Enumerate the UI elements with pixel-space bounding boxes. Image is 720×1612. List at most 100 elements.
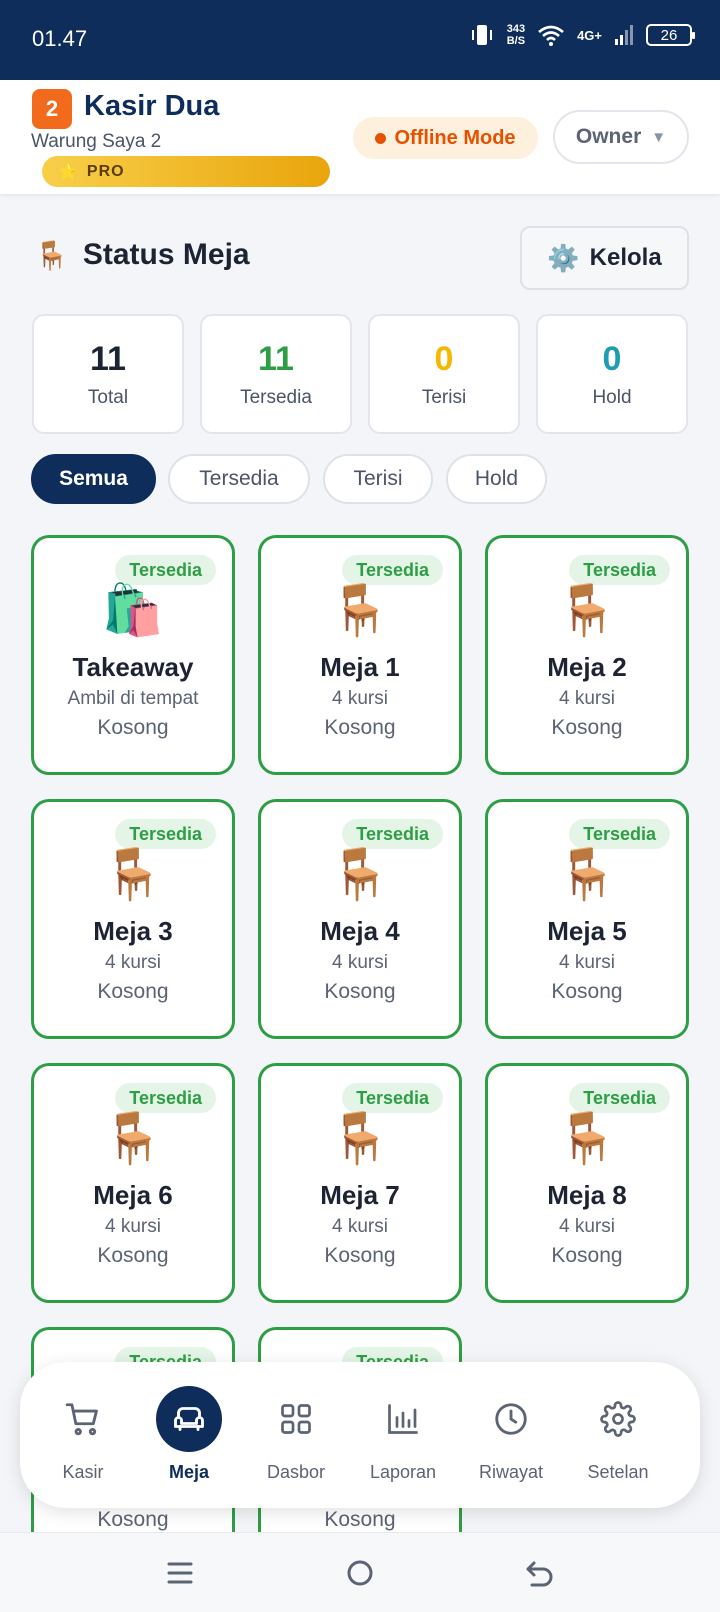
stat-total: 11 Total	[32, 314, 184, 434]
chip-label: Terisi	[353, 467, 403, 490]
bottom-navigation: Kasir Meja Dasbor Laporan Riwayat Setela…	[20, 1362, 700, 1508]
stat-occupied: 0 Terisi	[368, 314, 520, 434]
chip-label: Tersedia	[199, 467, 279, 490]
pro-badge-label: PRO	[86, 162, 125, 180]
table-name: Meja 3	[93, 916, 173, 946]
table-name: Meja 2	[547, 652, 627, 682]
stat-value: 0	[434, 340, 454, 378]
battery-level: 26	[660, 26, 678, 44]
filter-chip-available[interactable]: Tersedia	[168, 454, 310, 504]
chair-icon: 🪑	[555, 582, 619, 638]
table-status: Kosong	[97, 980, 169, 1003]
network-speed: 343 B/S	[507, 23, 525, 47]
table-card[interactable]: Tersedia 🪑 Meja 74 kursi Kosong	[258, 1063, 462, 1303]
recent-apps-button[interactable]	[150, 1533, 210, 1612]
manage-label: Kelola	[589, 244, 662, 271]
vibrate-icon	[471, 25, 492, 45]
table-card[interactable]: Tersedia 🪑 Meja 24 kursi Kosong	[485, 535, 689, 775]
cart-icon	[65, 1403, 98, 1436]
table-status: Kosong	[551, 716, 623, 739]
star-icon: ⭐	[58, 163, 79, 181]
table-card[interactable]: Tersedia 🪑 Meja 14 kursi Kosong	[258, 535, 462, 775]
section-heading: 🪑 Status Meja	[34, 238, 250, 272]
speed-value: 343	[506, 23, 526, 35]
signal-icon	[615, 25, 633, 45]
table-status: Kosong	[324, 1508, 396, 1531]
table-card[interactable]: Tersedia 🪑 Meja 34 kursi Kosong	[31, 799, 235, 1039]
table-card[interactable]: Tersedia 🪑 Meja 44 kursi Kosong	[258, 799, 462, 1039]
pro-badge: ⭐ PRO	[42, 156, 330, 187]
offline-mode-label: Offline Mode	[394, 126, 516, 149]
table-status: Kosong	[97, 1508, 169, 1531]
table-name: Meja 6	[93, 1180, 173, 1210]
stat-label: Total	[87, 387, 129, 408]
table-status: Kosong	[97, 1244, 169, 1267]
table-card[interactable]: Tersedia 🛍️ Takeaway Ambil di tempat Kosong	[31, 535, 235, 775]
table-status: Kosong	[324, 1244, 396, 1267]
table-seats: 4 kursi	[332, 1216, 388, 1237]
chip-label: Hold	[474, 467, 519, 490]
table-name: Meja 4	[320, 916, 400, 946]
table-status: Kosong	[551, 1244, 623, 1267]
dropdown-caret-icon: ▼	[651, 128, 667, 146]
nav-item-laporan[interactable]: Laporan	[348, 1362, 458, 1508]
table-name: Meja 8	[547, 1180, 627, 1210]
section-title: Status Meja	[82, 238, 250, 271]
back-arrow-icon	[526, 1561, 553, 1587]
chip-label: Semua	[59, 467, 128, 490]
nav-item-dasbor[interactable]: Dasbor	[241, 1362, 351, 1508]
role-label: Owner	[575, 125, 642, 148]
nav-item-kasir[interactable]: Kasir	[28, 1362, 138, 1508]
chair-icon: 🪑	[328, 1110, 392, 1166]
stat-label: Terisi	[421, 387, 467, 408]
nav-item-meja[interactable]: Meja	[134, 1362, 244, 1508]
nav-item-riwayat[interactable]: Riwayat	[456, 1362, 566, 1508]
wifi-icon	[538, 25, 564, 46]
stat-value: 0	[602, 340, 622, 378]
grid-icon	[281, 1404, 311, 1434]
sofa-icon	[174, 1407, 204, 1431]
table-seats: 4 kursi	[332, 688, 388, 709]
table-seats: Ambil di tempat	[67, 688, 199, 709]
nav-item-setelan[interactable]: Setelan	[563, 1362, 673, 1508]
home-button[interactable]	[330, 1533, 390, 1612]
table-card[interactable]: Tersedia 🪑 Meja 84 kursi Kosong	[485, 1063, 689, 1303]
chair-icon: 🪑	[34, 239, 69, 271]
app-logo-icon: 2	[32, 89, 72, 129]
gear-icon: ⚙️	[547, 242, 580, 273]
table-seats: 4 kursi	[105, 952, 161, 973]
filter-chip-hold[interactable]: Hold	[446, 454, 547, 504]
table-seats: 4 kursi	[559, 952, 615, 973]
table-card[interactable]: Tersedia 🪑 Meja 54 kursi Kosong	[485, 799, 689, 1039]
manage-tables-button[interactable]: ⚙️ Kelola	[520, 226, 689, 290]
nav-label: Meja	[168, 1462, 210, 1482]
chair-icon: 🪑	[555, 846, 619, 902]
filter-chip-all[interactable]: Semua	[31, 454, 156, 504]
filter-chip-occupied[interactable]: Terisi	[323, 454, 433, 504]
table-status: Kosong	[551, 980, 623, 1003]
clock-time: 01.47	[32, 26, 88, 51]
stat-label: Hold	[592, 387, 632, 408]
table-name: Meja 1	[320, 652, 400, 682]
back-button[interactable]	[510, 1533, 570, 1612]
speed-unit: B/S	[506, 35, 526, 47]
table-status: Kosong	[324, 716, 396, 739]
table-status: Kosong	[97, 716, 169, 739]
nav-label: Setelan	[587, 1462, 649, 1482]
table-card[interactable]: Tersedia 🪑 Meja 64 kursi Kosong	[31, 1063, 235, 1303]
system-status-bar: 01.47 343 B/S 4G+ 26	[0, 0, 720, 80]
role-selector-button[interactable]: Owner ▼	[553, 110, 689, 164]
table-name: Meja 7	[320, 1180, 400, 1210]
table-name: Takeaway	[72, 652, 194, 682]
stat-value: 11	[258, 340, 294, 378]
battery-icon: 26	[646, 24, 695, 46]
stat-available: 11 Tersedia	[200, 314, 352, 434]
chair-icon: 🪑	[101, 1110, 165, 1166]
network-type: 4G+	[577, 27, 602, 43]
app-name: Kasir Dua	[84, 90, 220, 122]
offline-dot-icon	[375, 132, 387, 144]
store-name: Warung Saya 2	[31, 131, 162, 152]
table-seats: 4 kursi	[559, 1216, 615, 1237]
nav-label: Kasir	[62, 1462, 104, 1482]
table-status: Kosong	[324, 980, 396, 1003]
